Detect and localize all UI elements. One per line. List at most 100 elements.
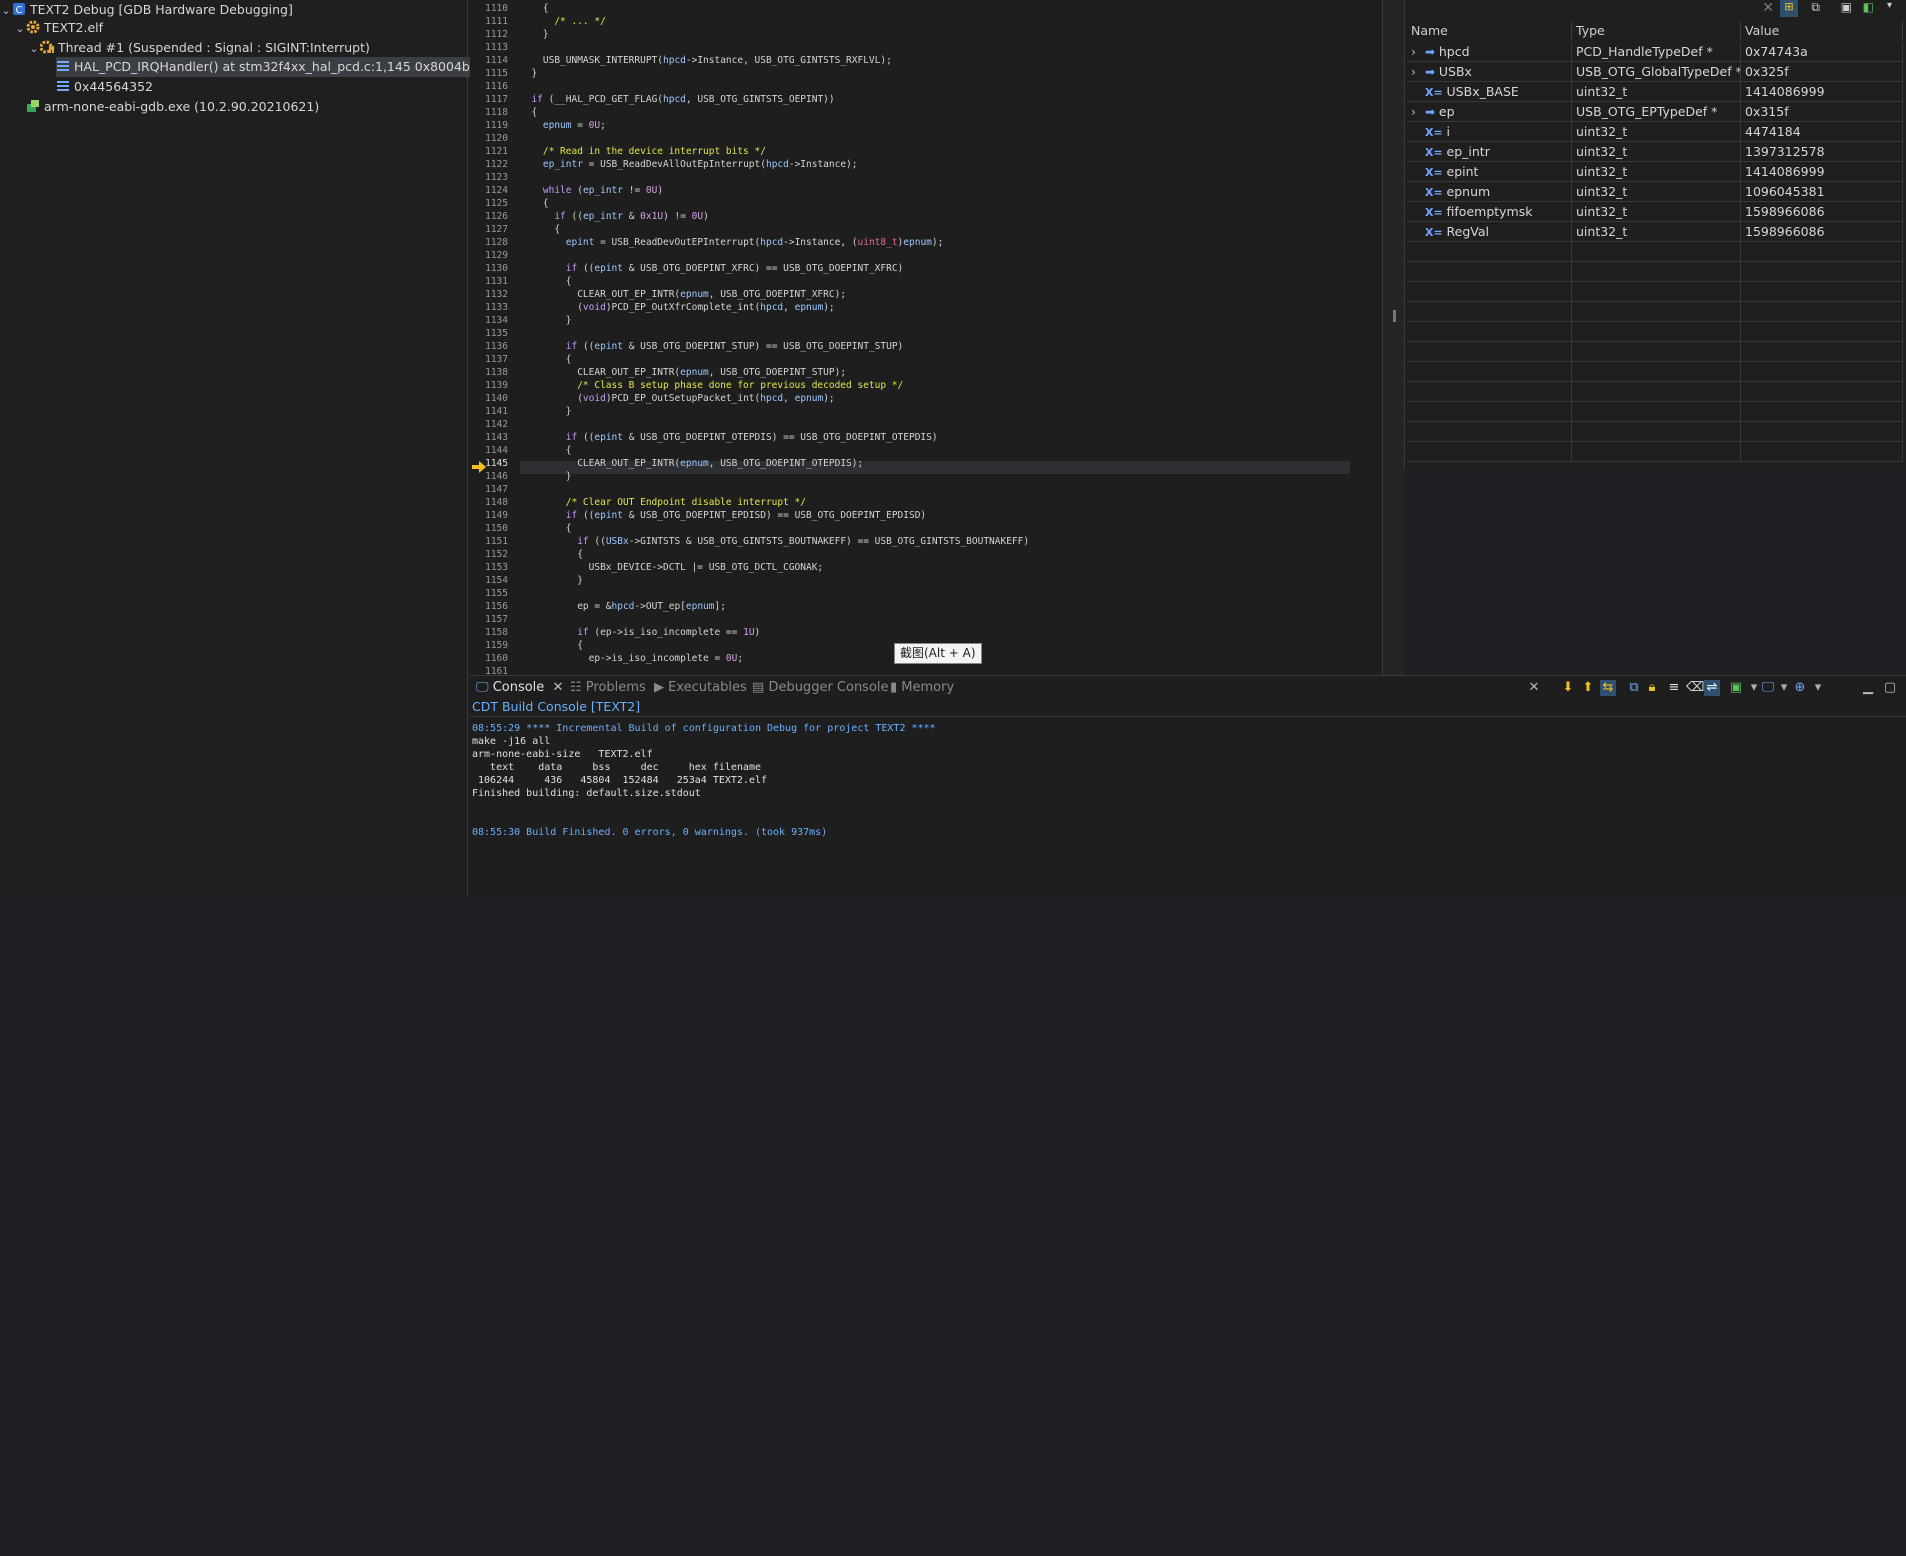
dropdown-icon[interactable]: ▾ — [1810, 680, 1826, 696]
debug-thread-item[interactable]: ⌄ Thread #1 (Suspended : Signal : SIGINT:… — [28, 38, 369, 59]
code-line[interactable]: /* Class B setup phase done for previous… — [520, 379, 903, 392]
code-line[interactable]: (void)PCD_EP_OutXfrComplete_int(hpcd, ep… — [520, 301, 834, 314]
lock-icon[interactable]: 🔒︎ — [1644, 680, 1660, 696]
word-wrap-icon[interactable]: ⇆ — [1600, 680, 1616, 696]
maximize-icon[interactable]: ▢ — [1882, 680, 1898, 696]
code-line[interactable]: } — [520, 405, 572, 418]
close-icon[interactable]: ✕ — [552, 680, 563, 695]
code-line[interactable]: if ((epint & USB_OTG_DOEPINT_EPDISD) == … — [520, 509, 926, 522]
variable-row[interactable]: X= RegVal uint32_t 1598966086 — [1407, 222, 1903, 242]
minimize-icon[interactable]: ▁ — [1860, 680, 1876, 696]
chevron-right-icon[interactable]: › — [1411, 42, 1425, 61]
column-header-value[interactable]: Value — [1741, 22, 1903, 40]
variable-row[interactable]: X= epnum uint32_t 1096045381 — [1407, 182, 1903, 202]
tab-memory[interactable]: ▮ Memory — [890, 678, 954, 698]
debug-elf-item[interactable]: ⌄ TEXT2.elf — [14, 18, 103, 38]
console-output[interactable]: 08:55:29 **** Incremental Build of confi… — [470, 718, 1906, 896]
view-menu-icon[interactable]: ▾ — [1887, 0, 1892, 11]
chevron-right-icon[interactable]: › — [1411, 62, 1425, 81]
code-line[interactable]: } — [520, 574, 583, 587]
code-line[interactable]: if ((epint & USB_OTG_DOEPINT_XFRC) == US… — [520, 262, 904, 275]
code-line[interactable]: { — [520, 444, 572, 457]
code-line[interactable]: { — [520, 106, 537, 119]
display-console-icon[interactable]: 🖵 — [1760, 680, 1776, 696]
code-line[interactable]: epint = USB_ReadDevOutEPInterrupt(hpcd->… — [520, 236, 944, 249]
column-header-name[interactable]: Name — [1407, 22, 1572, 40]
clear-console-icon[interactable]: ⌫ — [1686, 680, 1704, 696]
code-line[interactable]: CLEAR_OUT_EP_INTR(epnum, USB_OTG_DOEPINT… — [520, 288, 846, 301]
code-line[interactable]: CLEAR_OUT_EP_INTR(epnum, USB_OTG_DOEPINT… — [520, 457, 863, 470]
code-line[interactable]: { — [520, 522, 572, 535]
code-editor[interactable]: 1110 1111 1112 1113 1114 1115 1116 1117 1118 1119… — [470, 0, 1382, 677]
code-line[interactable]: { — [520, 275, 572, 288]
code-line[interactable]: epnum = 0U; — [520, 119, 606, 132]
code-line[interactable]: /* Read in the device interrupt bits */ — [520, 145, 766, 158]
code-line[interactable]: (void)PCD_EP_OutSetupPacket_int(hpcd, ep… — [520, 392, 834, 405]
column-header-type[interactable]: Type — [1572, 22, 1741, 40]
variable-row[interactable]: X= ep_intr uint32_t 1397312578 — [1407, 142, 1903, 162]
editor-vertical-ruler[interactable] — [1382, 0, 1404, 675]
code-line[interactable]: if (ep->is_iso_incomplete == 1U) — [520, 626, 760, 639]
close-icon[interactable]: ✕ — [1762, 0, 1774, 16]
tab-executables[interactable]: ▶ Executables — [654, 678, 747, 698]
code-line[interactable]: { — [520, 548, 583, 561]
code-line[interactable]: } — [520, 67, 537, 80]
code-line[interactable]: if (__HAL_PCD_GET_FLAG(hpcd, USB_OTG_GIN… — [520, 93, 834, 106]
code-line[interactable]: { — [520, 223, 560, 236]
scroll-lock-icon[interactable]: ⧉ — [1626, 680, 1642, 696]
chevron-right-icon[interactable]: › — [1411, 102, 1425, 121]
variable-row[interactable]: X= epint uint32_t 1414086999 — [1407, 162, 1903, 182]
show-when-output-icon[interactable]: ≡ — [1666, 680, 1682, 696]
code-line[interactable]: if ((ep_intr & 0x1U) != 0U) — [520, 210, 709, 223]
new-console-icon[interactable]: ▣ — [1728, 680, 1744, 696]
code-line[interactable]: if ((epint & USB_OTG_DOEPINT_OTEPDIS) ==… — [520, 431, 938, 444]
show-type-names-icon[interactable]: ⊞ — [1780, 0, 1798, 17]
code-line[interactable]: /* Clear OUT Endpoint disable interrupt … — [520, 496, 806, 509]
code-line[interactable]: { — [520, 2, 549, 15]
chevron-down-icon[interactable]: ⌄ — [28, 39, 40, 59]
tab-problems[interactable]: ☷ Problems — [570, 678, 646, 698]
scroll-down-icon[interactable]: ⬇ — [1560, 680, 1576, 696]
tab-console[interactable]: 🖵 Console ✕ — [476, 678, 563, 698]
open-console-icon[interactable]: ⊕ — [1792, 680, 1808, 696]
variable-row[interactable]: › ➡ hpcd PCD_HandleTypeDef * 0x74743a — [1407, 42, 1903, 62]
code-line[interactable]: if ((epint & USB_OTG_DOEPINT_STUP) == US… — [520, 340, 904, 353]
dropdown-icon[interactable]: ▾ — [1776, 680, 1792, 696]
scroll-up-icon[interactable]: ⬆ — [1580, 680, 1596, 696]
ruler-handle[interactable] — [1393, 310, 1396, 322]
variable-row[interactable]: X= i uint32_t 4474184 — [1407, 122, 1903, 142]
new-view-icon[interactable]: ▣ — [1841, 0, 1852, 14]
code-line[interactable]: USBx_DEVICE->DCTL |= USB_OTG_DCTL_CGONAK… — [520, 561, 824, 574]
variable-row[interactable]: X= USBx_BASE uint32_t 1414086999 — [1407, 82, 1903, 102]
code-line[interactable]: while (ep_intr != 0U) — [520, 184, 663, 197]
tab-debugger-console[interactable]: ▤ Debugger Console — [752, 678, 889, 698]
collapse-all-icon[interactable]: ⧉ — [1811, 0, 1820, 15]
code-line[interactable]: ep->is_iso_incomplete = 0U; — [520, 652, 743, 665]
debug-launch-item[interactable]: ⌄ C TEXT2 Debug [GDB Hardware Debugging] — [0, 0, 292, 21]
variable-row[interactable]: › ➡ ep USB_OTG_EPTypeDef * 0x315f — [1407, 102, 1903, 122]
code-text-area[interactable]: { /* ... */ } USB_UNMASK_INTERRUPT(hpcd-… — [520, 0, 1350, 675]
pin-icon[interactable]: ◧ — [1863, 0, 1874, 14]
stack-frame-item[interactable]: 0x44564352 — [56, 77, 153, 97]
gdb-process-item[interactable]: arm-none-eabi-gdb.exe (10.2.90.20210621) — [26, 97, 319, 117]
variable-name: epint — [1446, 164, 1479, 179]
chevron-down-icon[interactable]: ⌄ — [14, 19, 26, 39]
code-line[interactable]: } — [520, 470, 572, 483]
code-line[interactable]: /* ... */ — [520, 15, 605, 28]
code-line[interactable]: ep = &hpcd->OUT_ep[epnum]; — [520, 600, 726, 613]
stack-frame-selected[interactable]: HAL_PCD_IRQHandler() at stm32f4xx_hal_pc… — [56, 57, 490, 77]
terminate-icon[interactable]: ✕ — [1526, 680, 1542, 696]
chevron-down-icon[interactable]: ⌄ — [0, 1, 12, 21]
variable-row[interactable]: › ➡ USBx USB_OTG_GlobalTypeDef * 0x325f — [1407, 62, 1903, 82]
code-line[interactable]: CLEAR_OUT_EP_INTR(epnum, USB_OTG_DOEPINT… — [520, 366, 846, 379]
code-line[interactable]: if ((USBx->GINTSTS & USB_OTG_GINTSTS_BOU… — [520, 535, 1029, 548]
code-line[interactable]: ep_intr = USB_ReadDevAllOutEpInterrupt(h… — [520, 158, 858, 171]
code-line[interactable]: { — [520, 197, 549, 210]
code-line[interactable]: } — [520, 28, 549, 41]
pin-console-icon[interactable]: ⇌ — [1704, 680, 1720, 696]
code-line[interactable]: { — [520, 353, 572, 366]
variable-row[interactable]: X= fifoemptymsk uint32_t 1598966086 — [1407, 202, 1903, 222]
code-line[interactable]: { — [520, 639, 583, 652]
code-line[interactable]: USB_UNMASK_INTERRUPT(hpcd->Instance, USB… — [520, 54, 892, 67]
code-line[interactable]: } — [520, 314, 572, 327]
